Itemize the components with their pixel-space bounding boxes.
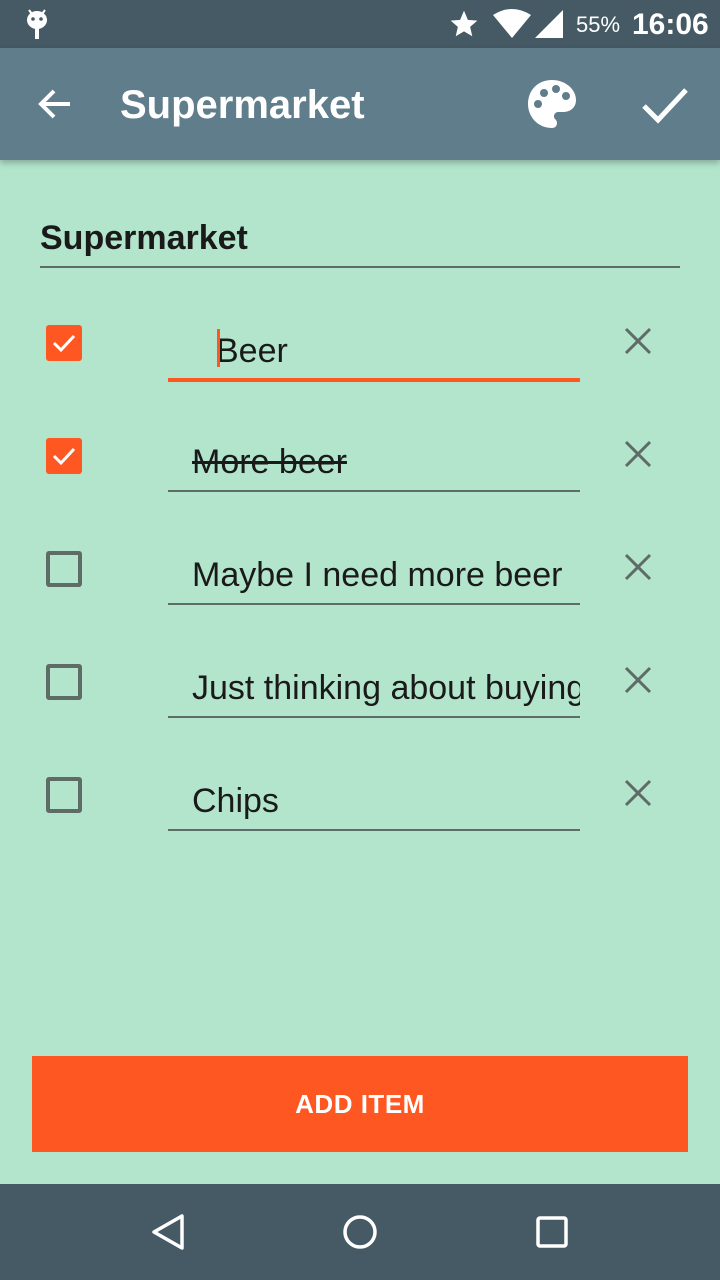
nav-back-icon xyxy=(152,1214,184,1250)
delete-item-button[interactable] xyxy=(616,771,660,815)
clock: 16:06 xyxy=(632,8,709,41)
item-checkbox[interactable] xyxy=(46,438,82,474)
palette-button[interactable] xyxy=(520,72,584,136)
status-bar: 55% 16:06 xyxy=(0,0,720,48)
nav-back-button[interactable] xyxy=(144,1208,192,1256)
wifi-icon xyxy=(493,9,531,38)
checkmark-icon xyxy=(52,334,76,353)
nav-recents-icon xyxy=(536,1216,568,1248)
item-checkbox[interactable] xyxy=(46,664,82,700)
item-text: More beer xyxy=(192,443,347,481)
list-item: Just thinking about buying xyxy=(0,626,720,739)
list-item: Beer xyxy=(0,287,720,400)
nav-recents-button[interactable] xyxy=(528,1208,576,1256)
checkmark-icon xyxy=(52,447,76,466)
check-icon xyxy=(642,88,688,124)
list-title-text: Supermarket xyxy=(40,219,248,257)
battery-level: 55% xyxy=(576,12,621,37)
navigation-bar xyxy=(0,1184,720,1280)
page-title: Supermarket xyxy=(120,83,365,127)
signal-icon xyxy=(535,10,563,38)
item-text: Just thinking about buying xyxy=(192,669,580,707)
add-item-label: ADD ITEM xyxy=(295,1088,425,1119)
delete-item-button[interactable] xyxy=(616,432,660,476)
nav-home-button[interactable] xyxy=(336,1208,384,1256)
back-button[interactable] xyxy=(24,80,88,128)
text-cursor xyxy=(217,329,220,367)
list-title-field[interactable]: Supermarket xyxy=(40,216,680,268)
close-icon xyxy=(624,327,652,355)
list-item: Chips xyxy=(0,739,720,852)
delete-item-button[interactable] xyxy=(616,319,660,363)
item-checkbox[interactable] xyxy=(46,551,82,587)
back-arrow-icon xyxy=(38,89,70,119)
item-text-field[interactable]: Chips xyxy=(168,777,580,831)
close-icon xyxy=(624,553,652,581)
save-button[interactable] xyxy=(632,72,696,136)
close-icon xyxy=(624,666,652,694)
app-bar: Supermarket xyxy=(0,48,720,160)
item-checkbox[interactable] xyxy=(46,777,82,813)
list-item: More beer xyxy=(0,400,720,513)
item-text: Beer xyxy=(216,332,288,370)
item-text-field[interactable]: More beer xyxy=(168,438,580,492)
delete-item-button[interactable] xyxy=(616,545,660,589)
item-text: Maybe I need more beer xyxy=(192,556,563,594)
item-text: Chips xyxy=(192,782,279,820)
item-text-field[interactable]: Maybe I need more beer xyxy=(168,551,580,605)
screen: 55% 16:06 Supermarket Supermarket Beer M… xyxy=(0,0,720,1280)
delete-item-button[interactable] xyxy=(616,658,660,702)
item-text-field[interactable]: Just thinking about buying xyxy=(168,664,580,718)
palette-icon xyxy=(528,80,576,128)
item-checkbox[interactable] xyxy=(46,325,82,361)
android-debug-icon xyxy=(27,9,47,39)
add-item-button[interactable]: ADD ITEM xyxy=(32,1056,688,1152)
nav-home-icon xyxy=(343,1215,377,1249)
star-icon xyxy=(450,10,478,37)
list-item: Maybe I need more beer xyxy=(0,513,720,626)
item-text-field[interactable]: Beer xyxy=(168,325,580,382)
close-icon xyxy=(624,779,652,807)
close-icon xyxy=(624,440,652,468)
